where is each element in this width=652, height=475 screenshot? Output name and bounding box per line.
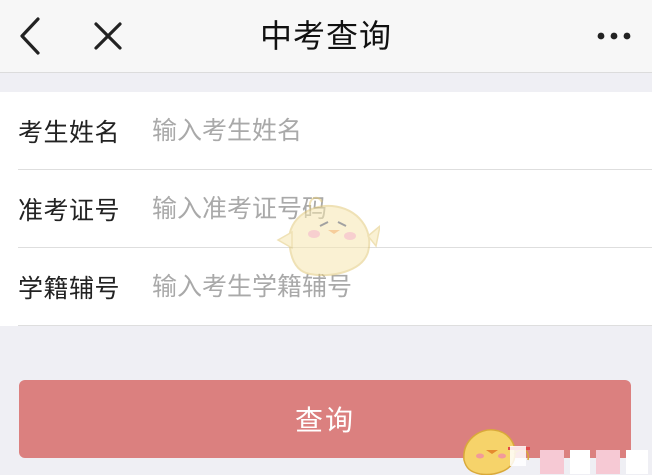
row-divider	[18, 325, 652, 326]
student-id-input[interactable]	[152, 256, 652, 317]
form-row-student-id: 学籍辅号	[18, 248, 652, 325]
form-row-name: 考生姓名	[18, 92, 652, 169]
more-horizontal-icon	[597, 32, 631, 40]
form-row-exam-number: 准考证号	[18, 170, 652, 247]
query-form: 考生姓名 准考证号 学籍辅号	[0, 92, 652, 326]
exam-number-label: 准考证号	[18, 195, 121, 225]
page-title: 中考查询	[259, 17, 392, 55]
navigation-bar: 中考查询	[0, 0, 652, 73]
student-id-label: 学籍辅号	[18, 273, 121, 303]
exam-number-input[interactable]	[152, 178, 652, 239]
name-label: 考生姓名	[18, 117, 121, 147]
name-input[interactable]	[152, 100, 652, 161]
query-button[interactable]: 查询	[19, 380, 631, 458]
more-button[interactable]	[592, 14, 636, 58]
